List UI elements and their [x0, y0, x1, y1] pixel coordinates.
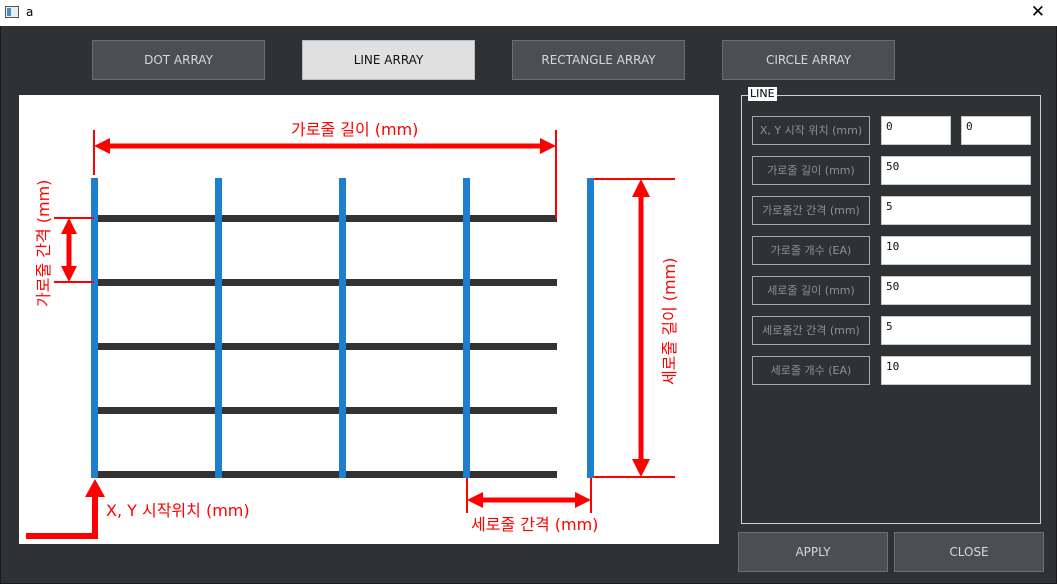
vertical-line: [91, 178, 98, 478]
h-count-input[interactable]: 10: [881, 236, 1031, 265]
h-spacing-label: 가로줄 간격 (mm): [34, 180, 53, 307]
circle-array-button[interactable]: CIRCLE ARRAY: [722, 40, 895, 80]
line-array-diagram: 가로줄 길이 (mm) 가로줄 간격 (mm) 세로줄 길이 (mm) 세로줄 …: [19, 95, 719, 544]
h-length-dimension: 가로줄 길이 (mm): [93, 120, 557, 219]
h-spacing-input[interactable]: 5: [881, 196, 1031, 225]
v-count-field-label: 세로줄 개수 (EA): [752, 356, 870, 385]
horizontal-line: [94, 471, 557, 478]
v-spacing-input[interactable]: 5: [881, 316, 1031, 345]
horizontal-line: [94, 215, 557, 222]
vertical-line: [215, 178, 222, 478]
v-length-dimension: 세로줄 길이 (mm): [594, 178, 679, 478]
h-length-input[interactable]: 50: [881, 156, 1031, 185]
rectangle-array-button[interactable]: RECTANGLE ARRAY: [512, 40, 685, 80]
y-start-input[interactable]: 0: [961, 116, 1031, 145]
diagram-svg: 가로줄 길이 (mm) 가로줄 간격 (mm) 세로줄 길이 (mm) 세로줄 …: [26, 120, 679, 539]
apply-button[interactable]: APPLY: [738, 532, 888, 572]
vertical-line: [339, 178, 346, 478]
vertical-line: [463, 178, 470, 478]
app-icon: [5, 6, 19, 18]
h-spacing-field-label: 가로줄간 간격 (mm): [752, 196, 870, 225]
window-title: a: [26, 5, 34, 19]
horizontal-line: [94, 343, 557, 350]
v-spacing-field-label: 세로줄간 간격 (mm): [752, 316, 870, 345]
vertical-line: [587, 178, 594, 478]
horizontal-line: [94, 279, 557, 286]
v-count-input[interactable]: 10: [881, 356, 1031, 385]
horizontal-line: [94, 407, 557, 414]
v-spacing-dimension: 세로줄 간격 (mm): [466, 478, 598, 534]
v-length-input[interactable]: 50: [881, 276, 1031, 305]
panel-legend: LINE: [748, 87, 777, 101]
h-length-label: 가로줄 길이 (mm): [291, 120, 418, 139]
v-length-label: 세로줄 길이 (mm): [660, 258, 679, 385]
v-length-field-label: 세로줄 길이 (mm): [752, 276, 870, 305]
horizontal-lines: [94, 215, 557, 478]
h-spacing-dimension: 가로줄 간격 (mm): [34, 180, 94, 307]
vertical-lines: [91, 178, 594, 478]
xy-start-label: X, Y 시작 위치 (mm): [752, 116, 870, 145]
v-spacing-label: 세로줄 간격 (mm): [471, 515, 598, 534]
window-close-icon[interactable]: ✕: [1031, 2, 1045, 22]
dot-array-button[interactable]: DOT ARRAY: [92, 40, 265, 80]
origin-indicator: X, Y 시작위치 (mm): [26, 479, 250, 539]
h-length-field-label: 가로줄 길이 (mm): [752, 156, 870, 185]
h-count-field-label: 가로줄 개수 (EA): [752, 236, 870, 265]
title-bar: a ✕: [0, 0, 1057, 26]
close-button[interactable]: CLOSE: [894, 532, 1044, 572]
origin-label: X, Y 시작위치 (mm): [106, 501, 250, 520]
x-start-input[interactable]: 0: [881, 116, 951, 145]
line-array-button[interactable]: LINE ARRAY: [302, 40, 475, 80]
